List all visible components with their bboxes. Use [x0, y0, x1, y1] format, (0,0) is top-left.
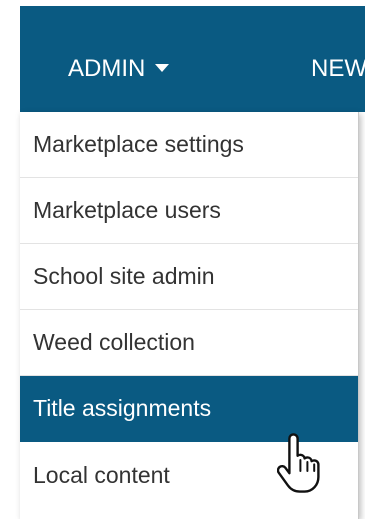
top-navbar: ADMIN NEW: [20, 6, 365, 112]
hand-pointer-cursor-icon: [277, 433, 320, 493]
menu-item-label: Marketplace settings: [33, 131, 244, 157]
nav-admin-menu[interactable]: ADMIN: [68, 55, 170, 82]
menu-item-weed-collection[interactable]: Weed collection: [20, 310, 358, 376]
menu-item-label: School site admin: [33, 263, 215, 289]
screenshot-canvas: ADMIN NEW Marketplace settings Marketpla…: [0, 0, 365, 519]
menu-item-marketplace-users[interactable]: Marketplace users: [20, 178, 358, 244]
menu-item-label: Local content: [33, 461, 170, 488]
nav-new-label: NEW: [311, 55, 365, 82]
nav-new-menu[interactable]: NEW: [311, 56, 365, 82]
menu-item-label: Title assignments: [33, 395, 212, 421]
menu-item-label: Weed collection: [33, 329, 195, 355]
caret-down-icon: [155, 63, 170, 72]
menu-item-label: Marketplace users: [33, 197, 221, 223]
menu-item-marketplace-settings[interactable]: Marketplace settings: [20, 112, 358, 178]
nav-admin-label: ADMIN: [68, 55, 146, 82]
menu-item-school-site-admin[interactable]: School site admin: [20, 244, 358, 310]
